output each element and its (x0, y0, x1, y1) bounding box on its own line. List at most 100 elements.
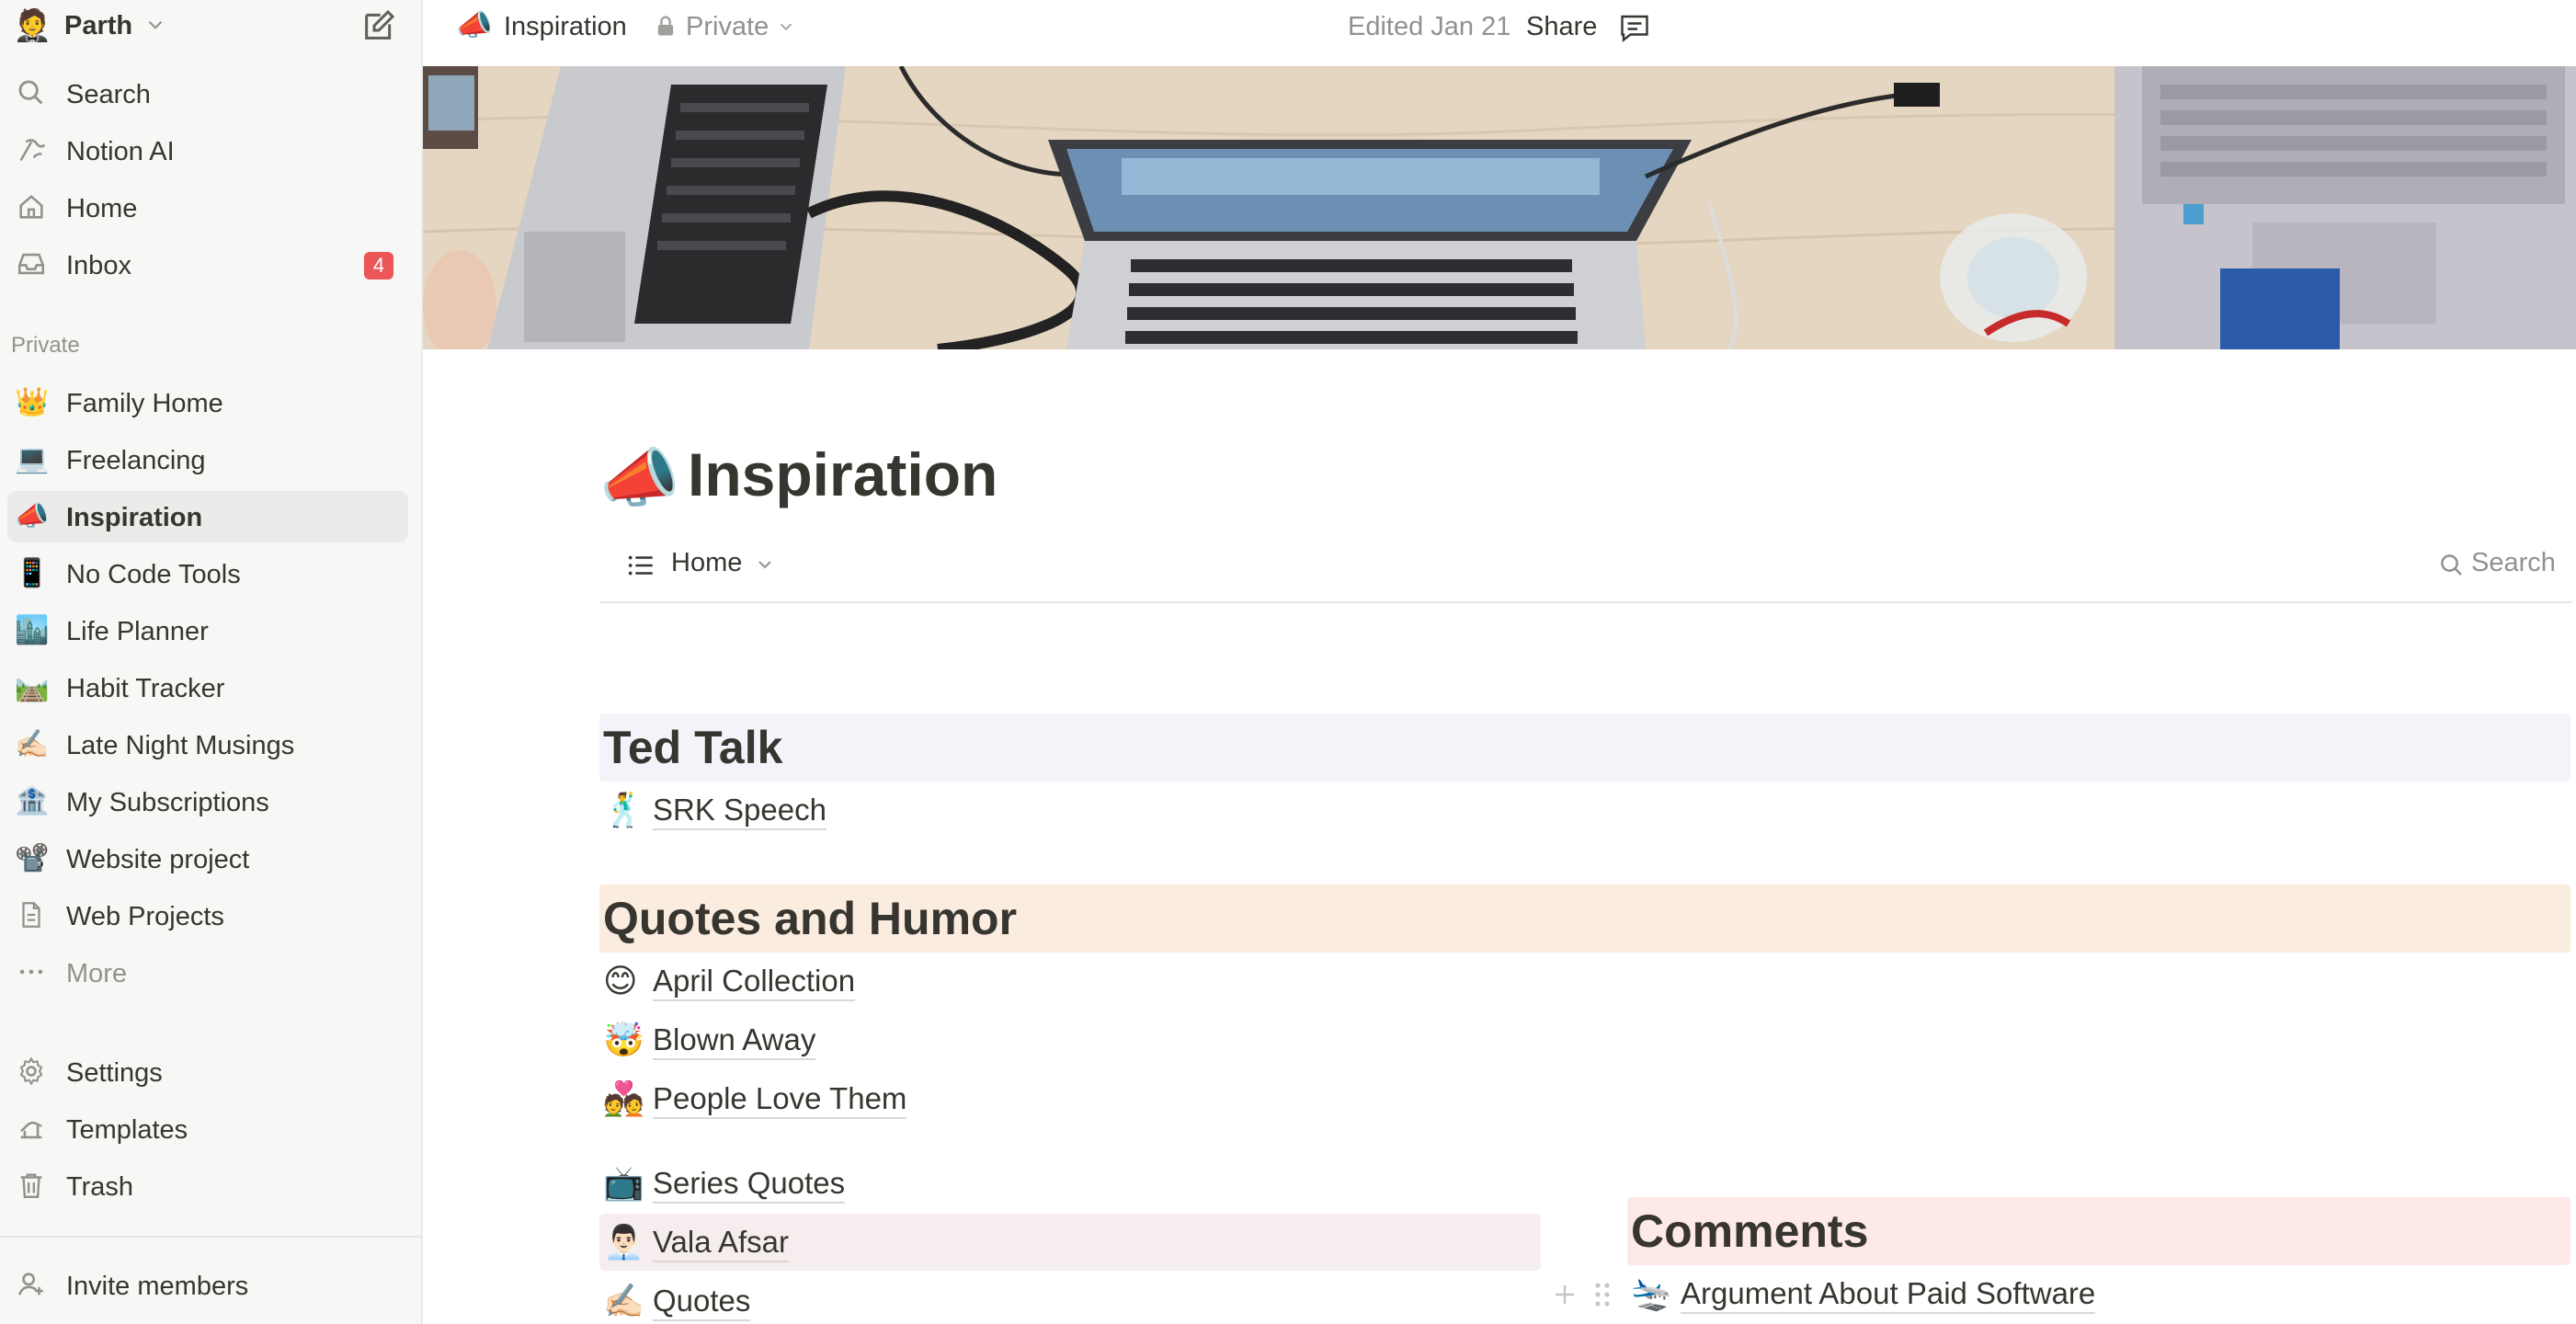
document-icon (15, 899, 48, 932)
inbox-icon (15, 248, 48, 281)
group-header-ted-talk: Ted Talk (599, 713, 2570, 782)
sidebar-item-label: Settings (66, 1058, 163, 1088)
workspace-name: Parth (64, 11, 133, 40)
notion-ai-icon (15, 134, 48, 167)
item-title: People Love Them (653, 1081, 907, 1119)
list-item-vala-afsar[interactable]: 👨🏻‍💼 Vala Afsar (599, 1214, 1541, 1271)
top-bar: 📣 Inspiration Private Edited Jan 21 Shar… (423, 0, 2576, 64)
sidebar-item-notion-ai[interactable]: Notion AI (7, 125, 408, 177)
page-icon[interactable]: 📣 (599, 441, 679, 515)
new-page-icon[interactable] (360, 7, 397, 44)
lock-icon (657, 16, 674, 36)
page-title[interactable]: Inspiration (688, 439, 997, 509)
sidebar-item-label: Freelancing (66, 446, 206, 475)
sidebar-item-home[interactable]: Home (7, 182, 408, 234)
item-emoji: ✍🏻 (603, 1282, 644, 1319)
sidebar-item-website-project[interactable]: 📽️ Website project (7, 833, 408, 885)
list-item-people-love-them[interactable]: 💑 People Love Them (599, 1070, 1541, 1127)
sidebar-divider (0, 1236, 423, 1238)
group-header-quotes-and-humor: Quotes and Humor (599, 885, 2570, 953)
item-title: Quotes (653, 1284, 751, 1321)
sidebar-item-label: Invite members (66, 1272, 249, 1301)
page-emoji: 📣 (15, 501, 50, 531)
invite-members-button[interactable]: Invite members (7, 1260, 408, 1311)
sidebar-item-label: Habit Tracker (66, 674, 225, 703)
list-item-quotes[interactable]: ✍🏻 Quotes (599, 1273, 1541, 1324)
edited-timestamp: Edited Jan 21 (1348, 12, 1511, 41)
page-emoji: 🏙️ (15, 615, 50, 645)
sidebar-item-freelancing[interactable]: 💻 Freelancing (7, 434, 408, 485)
sidebar-item-label: Templates (66, 1115, 188, 1145)
item-title: Series Quotes (653, 1166, 846, 1204)
sidebar-item-no-code-tools[interactable]: 📱 No Code Tools (7, 548, 408, 599)
sidebar-item-templates[interactable]: Templates (7, 1103, 408, 1155)
sidebar-item-label: Notion AI (66, 137, 175, 166)
sidebar-item-life-planner[interactable]: 🏙️ Life Planner (7, 605, 408, 656)
sidebar-item-label: Home (66, 194, 138, 223)
chevron-down-icon (780, 23, 792, 31)
sidebar-item-label: Family Home (66, 389, 223, 418)
page-emoji: 🛤️ (15, 672, 50, 702)
item-emoji: 🛬 (1631, 1274, 1672, 1312)
item-title: SRK Speech (653, 793, 826, 830)
item-emoji: 😊 (603, 962, 638, 999)
sidebar-item-habit-tracker[interactable]: 🛤️ Habit Tracker (7, 662, 408, 713)
share-button[interactable]: Share (1526, 12, 1597, 42)
home-icon (15, 191, 48, 224)
group-header-comments: Comments (1627, 1197, 2570, 1265)
sidebar-item-late-night-musings[interactable]: ✍🏻 Late Night Musings (7, 719, 408, 770)
list-item-blown-away[interactable]: 🤯 Blown Away (599, 1011, 1541, 1068)
breadcrumb-page-emoji: 📣 (456, 8, 493, 41)
list-item-argument-about-paid-software[interactable]: 🛬 Argument About Paid Software (1627, 1265, 2570, 1322)
sidebar-item-label: Inbox (66, 251, 131, 280)
page-emoji: 🏦 (15, 786, 50, 816)
chevron-down-icon (148, 20, 163, 29)
page-emoji: 📽️ (15, 843, 50, 873)
group-title: Comments (1631, 1205, 1869, 1257)
item-emoji: 📺 (603, 1164, 644, 1202)
sidebar-item-settings[interactable]: Settings (7, 1046, 408, 1098)
sidebar-item-label: More (66, 959, 128, 988)
item-title: Blown Away (653, 1022, 816, 1060)
item-emoji: 👨🏻‍💼 (603, 1223, 644, 1261)
database-toolbar: Home Search (599, 533, 2572, 603)
chevron-down-icon (758, 561, 771, 569)
comments-icon[interactable] (1618, 11, 1651, 44)
workspace-avatar: 🤵 (13, 8, 52, 43)
inbox-count-badge: 4 (364, 252, 393, 280)
cover-image[interactable] (423, 66, 2576, 349)
sidebar-item-web-projects[interactable]: Web Projects (7, 890, 408, 942)
list-view-icon (628, 555, 653, 576)
visibility-selector[interactable]: Private (686, 12, 769, 42)
more-horizontal-icon (15, 956, 48, 989)
sidebar-item-label: Late Night Musings (66, 731, 295, 760)
group-title: Ted Talk (603, 722, 783, 773)
list-item-april-collection[interactable]: 😊 April Collection (599, 953, 1541, 1010)
sidebar-item-inbox[interactable]: Inbox 4 (7, 239, 408, 291)
sidebar-item-label: Website project (66, 845, 250, 874)
sidebar-item-search[interactable]: Search (7, 68, 408, 120)
workspace-switcher[interactable]: 🤵 Parth (0, 0, 423, 51)
cover-laptops-illustration (423, 66, 2576, 349)
search-icon (15, 77, 48, 110)
sidebar-item-label: Search (66, 80, 151, 109)
list-item-series-quotes[interactable]: 📺 Series Quotes (599, 1155, 1541, 1212)
item-emoji: 🤯 (603, 1021, 644, 1058)
list-item-srk-speech[interactable]: 🕺 SRK Speech (599, 782, 1541, 839)
sidebar-item-label: No Code Tools (66, 560, 241, 589)
sidebar-item-inspiration[interactable]: 📣 Inspiration (7, 491, 408, 542)
gear-icon (15, 1056, 48, 1089)
sidebar-item-my-subscriptions[interactable]: 🏦 My Subscriptions (7, 776, 408, 828)
database-search-button[interactable]: Search (2471, 548, 2556, 578)
sidebar-section-private: Private (11, 333, 80, 358)
sidebar-item-family-home[interactable]: 👑 Family Home (7, 377, 408, 428)
block-handle[interactable] (1552, 1278, 1618, 1311)
sidebar-item-more[interactable]: More (7, 947, 408, 999)
view-selector[interactable]: Home (671, 548, 742, 578)
breadcrumb-page-title[interactable]: Inspiration (504, 12, 627, 42)
sidebar-item-label: Inspiration (66, 503, 203, 532)
item-emoji: 🕺 (603, 791, 644, 828)
page-emoji: 💻 (15, 444, 50, 474)
page-emoji: 📱 (15, 558, 50, 588)
sidebar-item-trash[interactable]: Trash (7, 1160, 408, 1212)
